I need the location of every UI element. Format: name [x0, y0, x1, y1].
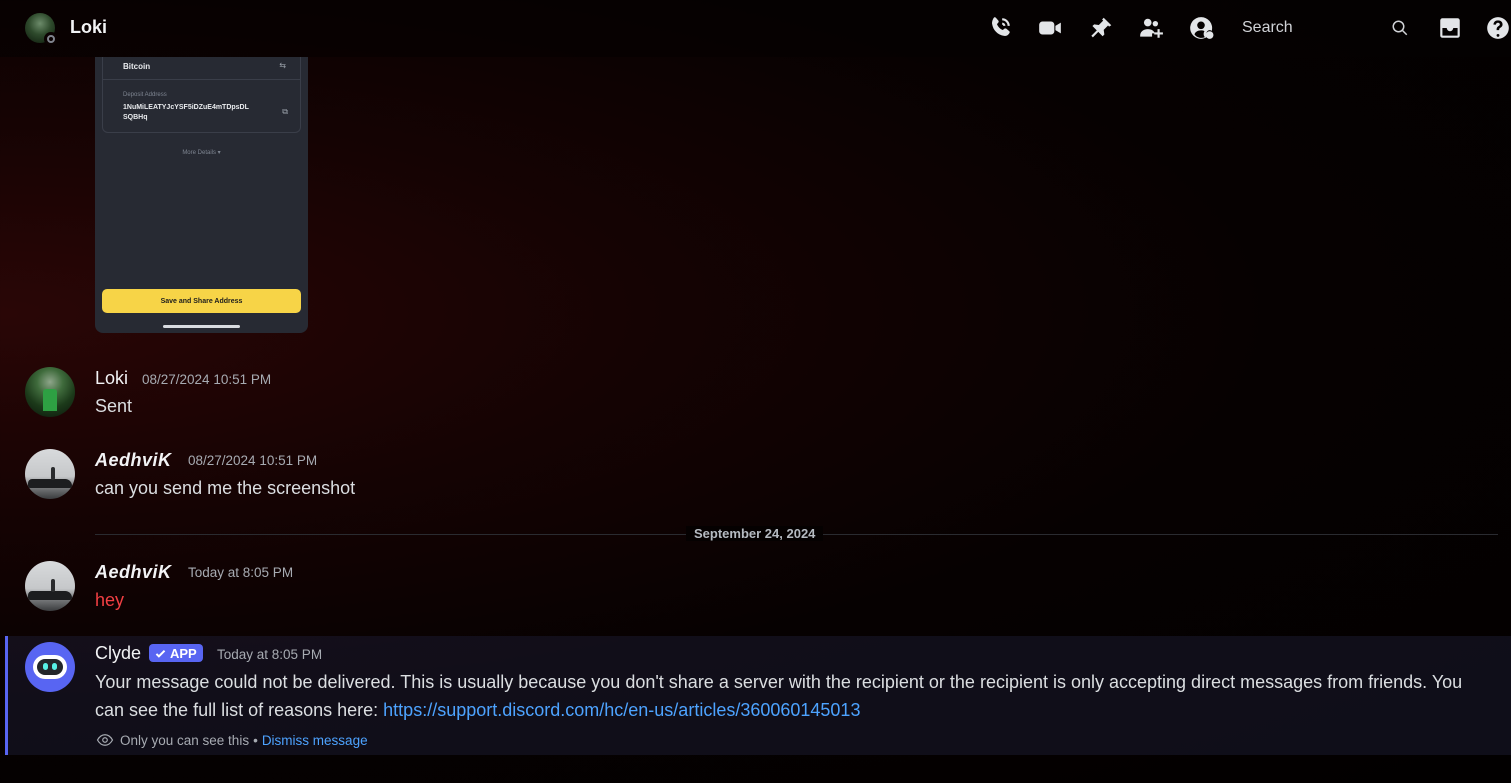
- clyde-avatar[interactable]: [25, 642, 75, 692]
- app-badge: APP: [149, 644, 203, 662]
- swap-icon: ⇆: [279, 61, 286, 70]
- help-icon[interactable]: [1483, 13, 1511, 43]
- embed-deposit-label: Deposit Address: [123, 92, 167, 98]
- inbox-icon[interactable]: [1435, 13, 1465, 43]
- message-timestamp: Today at 8:05 PM: [188, 565, 294, 580]
- header-avatar[interactable]: [25, 13, 58, 46]
- clyde-bot-icon: [33, 655, 67, 679]
- search-icon: [1391, 19, 1409, 37]
- message-timestamp: 08/27/2024 10:51 PM: [188, 453, 318, 468]
- message-author[interactable]: AedhviK: [95, 562, 172, 583]
- ephemeral-notice: Only you can see this • Dismiss message: [96, 731, 368, 749]
- only-you-label: Only you can see this: [120, 732, 250, 748]
- avatar[interactable]: [25, 561, 75, 611]
- avatar[interactable]: [25, 367, 75, 417]
- app-badge-label: APP: [170, 645, 197, 661]
- channel-title[interactable]: Loki: [70, 17, 107, 38]
- search-input[interactable]: Search: [1229, 13, 1419, 43]
- message-text: Sent: [95, 396, 133, 416]
- date-divider-label: September 24, 2024: [686, 526, 824, 541]
- video-icon[interactable]: [1035, 13, 1065, 43]
- add-friend-icon[interactable]: [1136, 13, 1166, 43]
- dismiss-message-link[interactable]: Dismiss message: [262, 733, 368, 748]
- message-text: can you send me the screenshot: [95, 478, 356, 498]
- avatar[interactable]: [25, 449, 75, 499]
- embed-more-details: More Details ▾: [182, 150, 221, 156]
- phone-call-icon[interactable]: [985, 13, 1015, 43]
- embed-coin-label: Bitcoin: [123, 62, 151, 71]
- embed-save-share-button: Save and Share Address: [102, 289, 301, 313]
- image-attachment[interactable]: Bitcoin ⇆ Deposit Address 1NuMiLEATYJcYS…: [95, 57, 308, 333]
- user-profile-icon[interactable]: [1186, 13, 1216, 43]
- message-author[interactable]: Clyde: [95, 643, 141, 664]
- embed-divider: [103, 79, 300, 80]
- message-text: Your message could not be delivered. Thi…: [95, 668, 1475, 724]
- bullet-separator: •: [253, 732, 258, 748]
- message-text: hey: [95, 590, 125, 610]
- copy-icon: ⧉: [282, 107, 288, 116]
- message-author[interactable]: AedhviK: [95, 450, 172, 471]
- support-link[interactable]: https://support.discord.com/hc/en-us/art…: [383, 700, 860, 720]
- message-timestamp: 08/27/2024 10:51 PM: [142, 372, 272, 387]
- pin-icon[interactable]: [1086, 13, 1116, 43]
- embed-deposit-card: Bitcoin ⇆ Deposit Address 1NuMiLEATYJcYS…: [102, 57, 301, 133]
- embed-home-indicator: [163, 325, 240, 328]
- channel-header: Loki Search: [0, 0, 1511, 57]
- search-placeholder: Search: [1242, 19, 1293, 36]
- status-offline-icon: [44, 32, 58, 46]
- eye-icon: [96, 731, 114, 749]
- message-timestamp: Today at 8:05 PM: [217, 647, 323, 662]
- message-author[interactable]: Loki: [95, 368, 128, 389]
- checkmark-icon: [155, 649, 166, 658]
- embed-deposit-address: 1NuMiLEATYJcYSF5iDZuE4mTDpsDLSQBHq: [123, 104, 249, 121]
